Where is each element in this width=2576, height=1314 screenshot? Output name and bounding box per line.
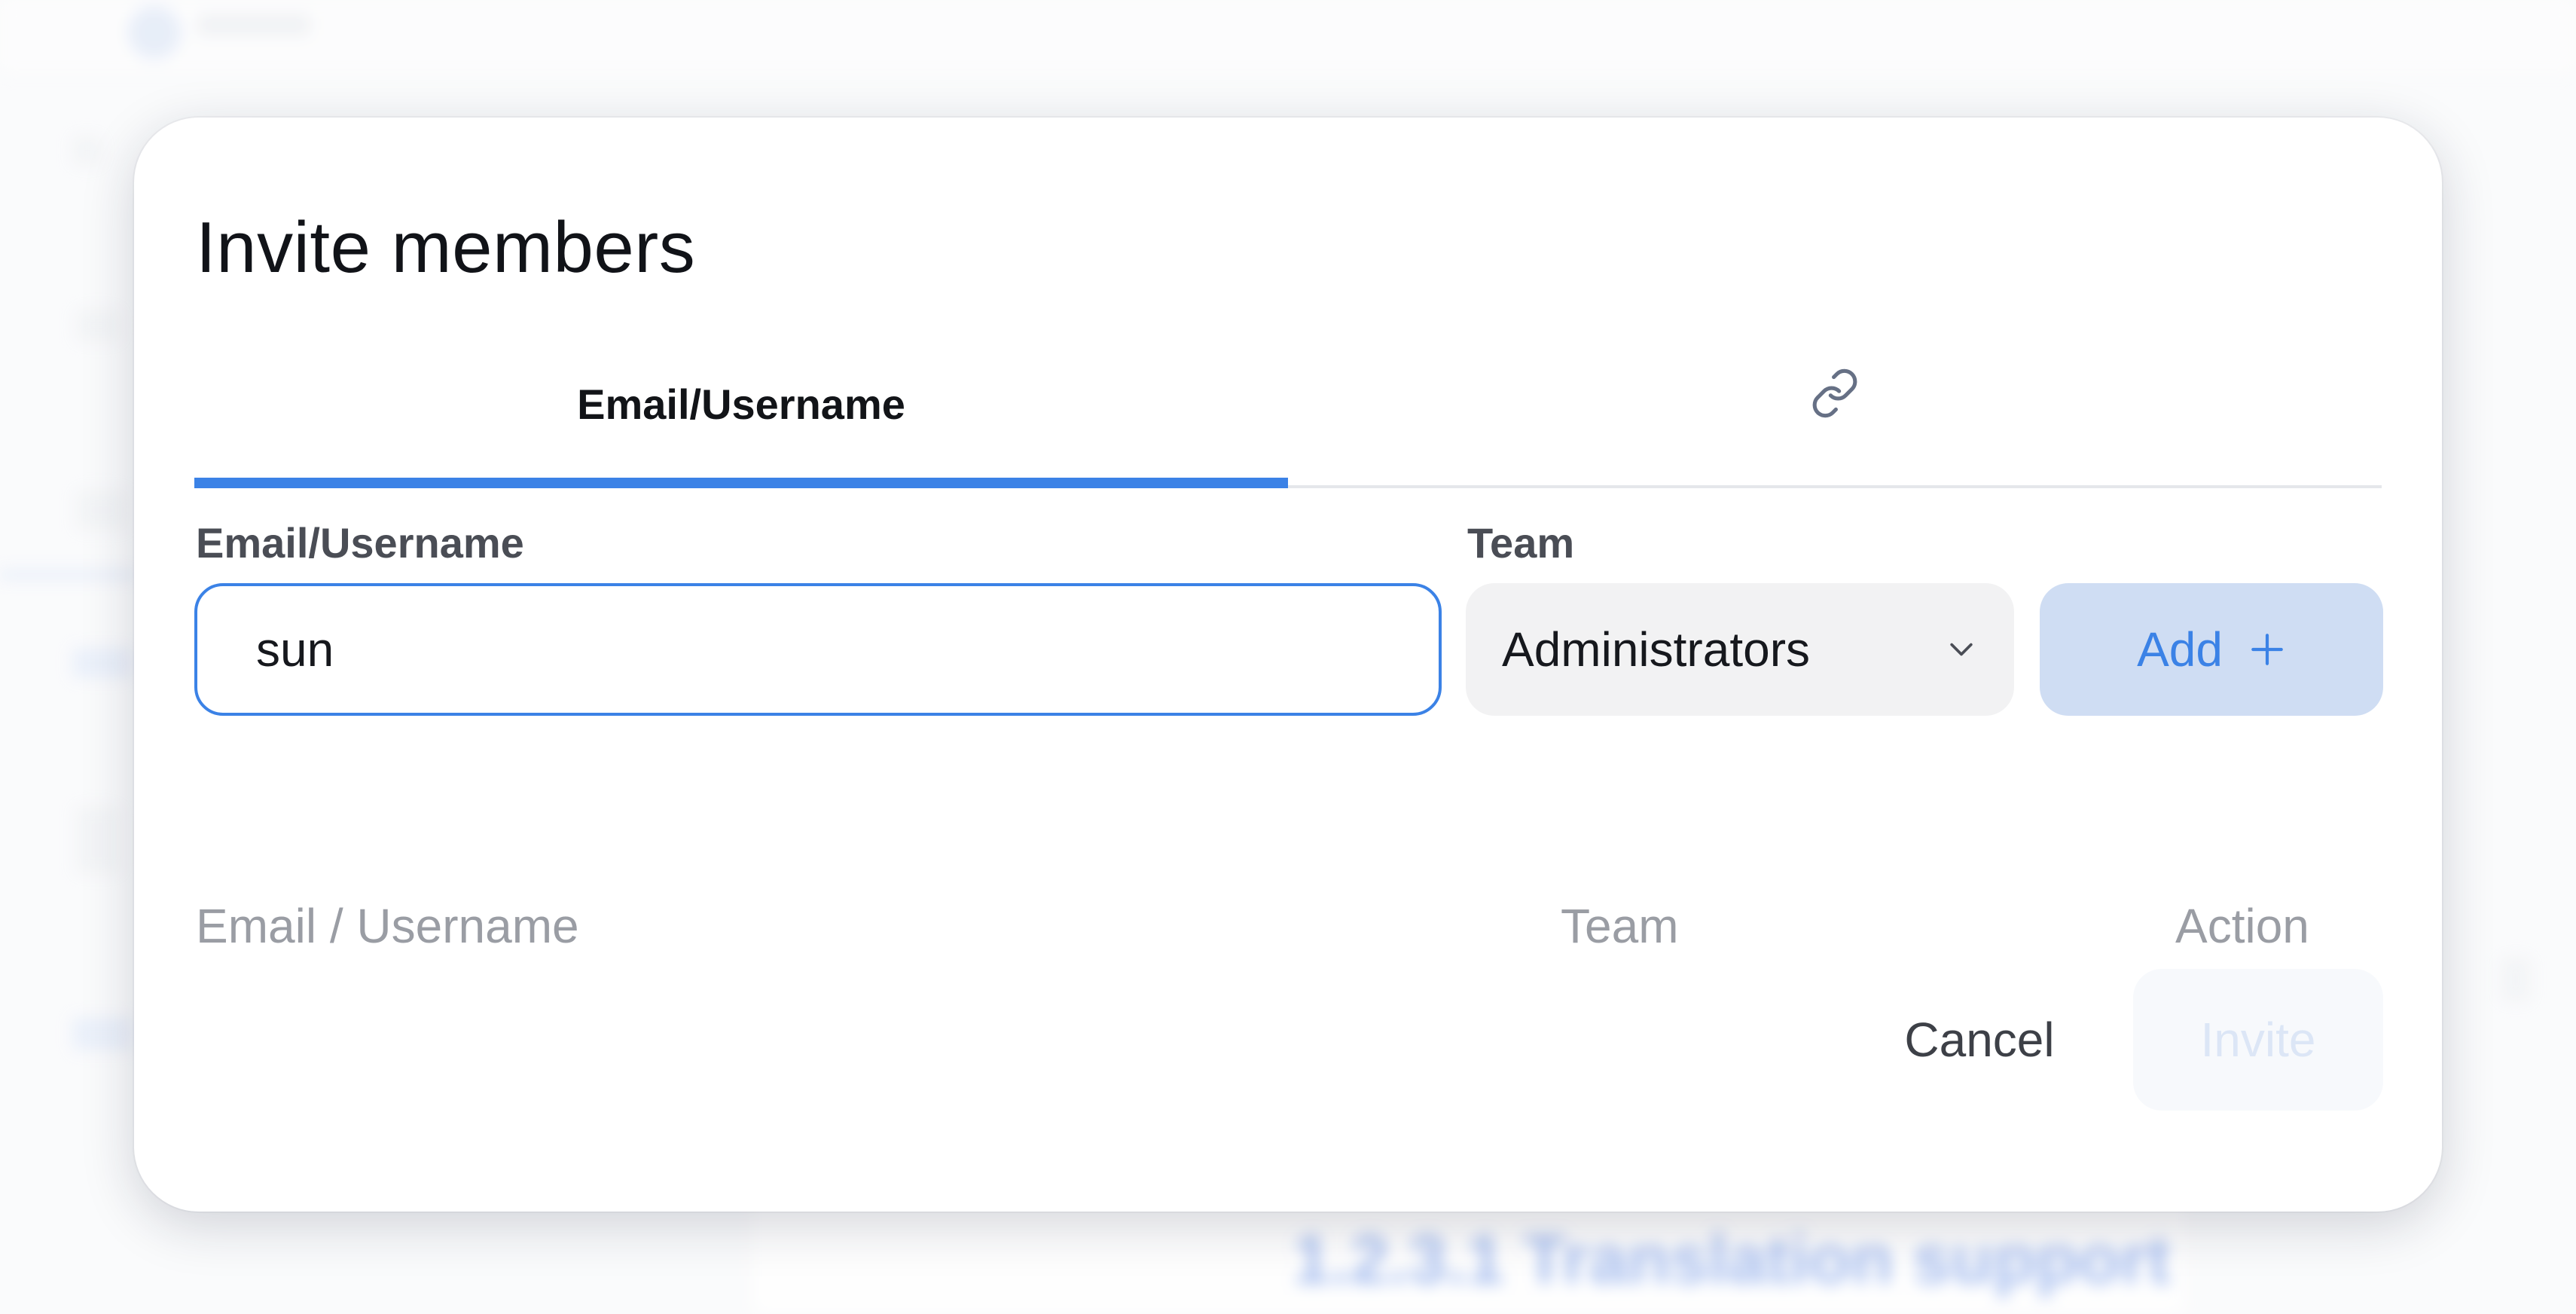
- tab-email-username[interactable]: Email/Username: [194, 344, 1288, 488]
- team-select-value: Administrators: [1502, 622, 1810, 677]
- email-username-label: Email/Username: [196, 519, 524, 567]
- invite-members-dialog: Invite members Email/Username Email/User…: [134, 118, 2442, 1212]
- link-icon: [1812, 368, 1857, 418]
- column-header-action: Action: [2175, 899, 2309, 953]
- tab-email-username-label: Email/Username: [577, 380, 905, 428]
- tab-invite-link[interactable]: [1288, 344, 2382, 485]
- plus-icon: [2251, 634, 2283, 665]
- column-header-team: Team: [1561, 899, 1679, 953]
- team-select[interactable]: Administrators: [1466, 583, 2014, 716]
- email-username-input[interactable]: [194, 583, 1442, 716]
- invite-tabs: Email/Username: [194, 344, 2382, 488]
- invite-button[interactable]: Invite: [2133, 969, 2383, 1111]
- add-button[interactable]: Add: [2040, 583, 2383, 716]
- column-header-email-username: Email / Username: [196, 899, 579, 953]
- cancel-button[interactable]: Cancel: [1821, 969, 2138, 1111]
- dialog-title: Invite members: [196, 207, 696, 288]
- team-label: Team: [1467, 519, 1575, 567]
- chevron-down-icon: [1950, 643, 1973, 656]
- add-button-label: Add: [2137, 622, 2223, 677]
